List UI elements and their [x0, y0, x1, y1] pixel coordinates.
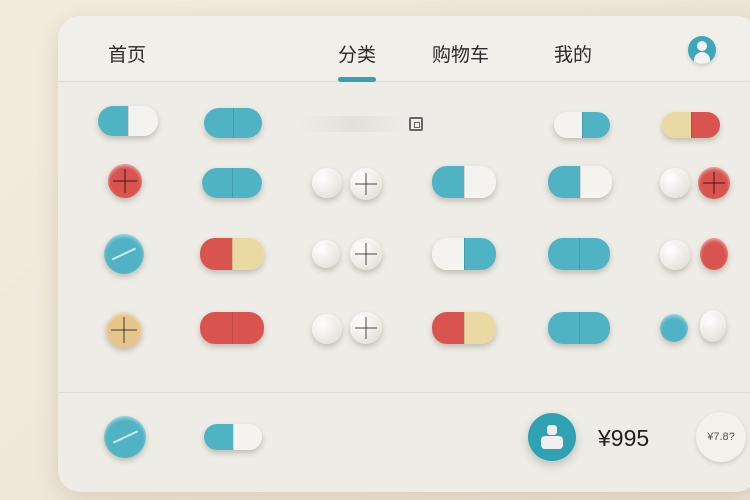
product-pill[interactable] — [660, 240, 690, 270]
product-pill[interactable] — [204, 424, 262, 450]
product-pill[interactable] — [104, 416, 146, 458]
product-pill[interactable] — [104, 234, 144, 274]
product-pill[interactable] — [700, 310, 726, 342]
product-pill[interactable] — [350, 312, 382, 344]
product-pill[interactable] — [98, 106, 158, 136]
product-pill[interactable] — [202, 168, 262, 198]
nav-mine[interactable]: 我的 — [554, 40, 592, 67]
product-pill[interactable] — [548, 312, 610, 344]
footer-divider — [58, 392, 750, 393]
app-panel: 首页 分类 购物车 我的 ¥995 ¥7.8? — [58, 16, 750, 492]
total-price: ¥995 — [598, 425, 650, 451]
product-pill[interactable] — [548, 238, 610, 270]
product-pill[interactable] — [554, 112, 610, 138]
product-pill[interactable] — [312, 168, 342, 198]
product-pill[interactable] — [312, 314, 342, 344]
product-pill[interactable] — [698, 167, 730, 199]
nav-active-indicator — [338, 77, 376, 82]
user-card-icon[interactable] — [528, 413, 576, 461]
product-pill[interactable] — [108, 164, 142, 198]
product-pill[interactable] — [432, 312, 496, 344]
nav-category[interactable]: 分类 — [338, 40, 376, 67]
scan-icon[interactable] — [409, 117, 423, 131]
nav-home[interactable]: 首页 — [108, 40, 146, 67]
product-pill[interactable] — [548, 166, 612, 198]
top-nav: 首页 分类 购物车 我的 — [58, 16, 750, 82]
user-icon[interactable] — [688, 36, 716, 64]
product-pill[interactable] — [106, 312, 142, 348]
product-pill[interactable] — [432, 166, 496, 198]
product-pill[interactable] — [662, 112, 720, 138]
price-badge-label: ¥7.8? — [707, 431, 735, 443]
product-pill[interactable] — [432, 238, 496, 270]
product-pill[interactable] — [350, 238, 382, 270]
search-bar[interactable] — [298, 116, 408, 132]
product-pill[interactable] — [204, 108, 262, 138]
price-badge[interactable]: ¥7.8? — [696, 412, 746, 462]
product-pill[interactable] — [350, 168, 382, 200]
product-pill[interactable] — [200, 312, 264, 344]
product-pill[interactable] — [660, 314, 688, 342]
nav-cart[interactable]: 购物车 — [432, 40, 489, 67]
product-pill[interactable] — [312, 240, 340, 268]
product-pill[interactable] — [200, 238, 264, 270]
product-pill[interactable] — [660, 168, 690, 198]
product-pill[interactable] — [700, 238, 728, 270]
